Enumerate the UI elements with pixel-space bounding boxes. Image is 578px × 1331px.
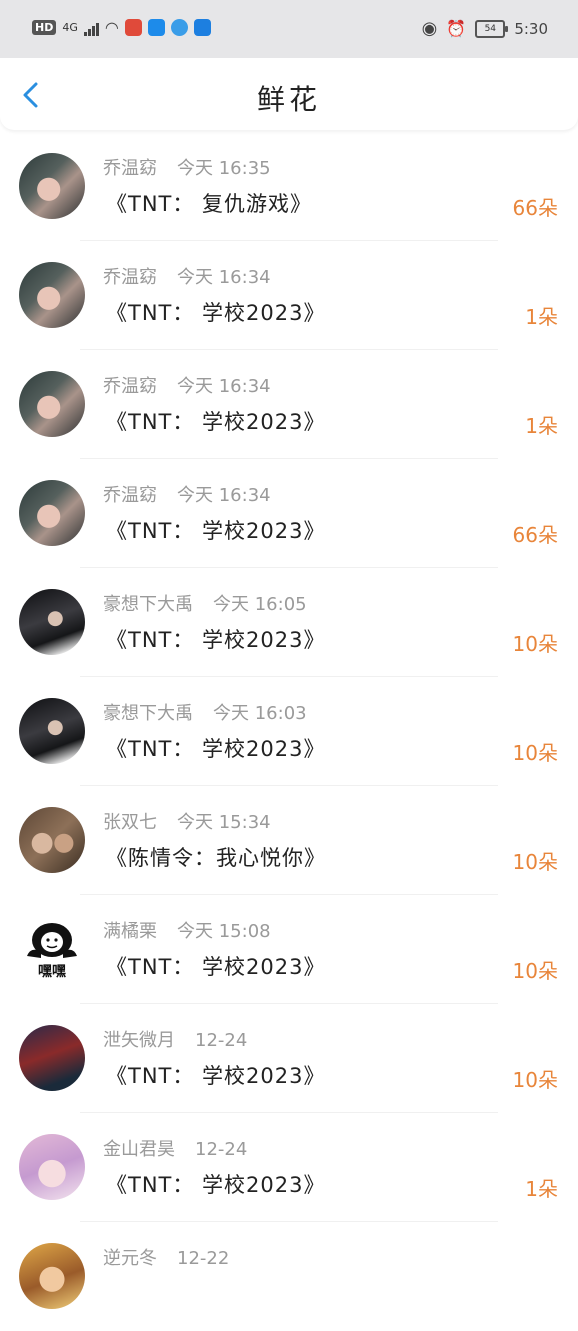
user-name[interactable]: 泄矢微月 <box>103 1030 175 1051</box>
user-name[interactable]: 乔温窈 <box>103 376 157 397</box>
list-item[interactable]: 豪想下大禹 今天 16:05 《TNT： 学校2023》 10朵 <box>0 568 578 677</box>
timestamp: 12-24 <box>195 1030 248 1051</box>
timestamp: 今天 16:35 <box>177 158 271 179</box>
user-name[interactable]: 张双七 <box>103 812 157 833</box>
flower-count: 1朵 <box>525 414 558 438</box>
avatar[interactable] <box>19 1134 85 1200</box>
user-name[interactable]: 满橘栗 <box>103 921 157 942</box>
flower-count: 66朵 <box>512 196 558 220</box>
timestamp: 今天 16:03 <box>213 703 307 724</box>
work-title[interactable]: 《TNT： 学校2023》 <box>106 297 325 327</box>
wifi-icon: ◠ <box>104 18 119 37</box>
avatar[interactable] <box>19 153 85 219</box>
sticker-text: 嘿嘿 <box>38 964 66 980</box>
work-title[interactable]: 《TNT： 学校2023》 <box>106 733 325 763</box>
notification-app-icon <box>170 19 188 36</box>
hd-indicator: HD <box>32 20 57 35</box>
list-item[interactable]: 乔温窈 今天 16:35 《TNT： 复仇游戏》 66朵 <box>0 132 578 241</box>
timestamp: 今天 16:34 <box>177 485 271 506</box>
flower-count: 66朵 <box>512 523 558 547</box>
list-item[interactable]: 逆元冬 12-22 <box>0 1222 578 1331</box>
flower-count: 1朵 <box>525 1177 558 1201</box>
flower-count: 10朵 <box>512 632 558 656</box>
notification-app-icon <box>193 19 211 36</box>
work-title[interactable]: 《TNT： 学校2023》 <box>106 624 325 654</box>
user-name[interactable]: 豪想下大禹 <box>103 594 193 615</box>
avatar[interactable] <box>19 262 85 328</box>
avatar[interactable] <box>19 589 85 655</box>
work-title[interactable]: 《TNT： 学校2023》 <box>106 515 325 545</box>
timestamp: 今天 15:34 <box>177 812 271 833</box>
timestamp: 今天 16:34 <box>177 376 271 397</box>
timestamp: 12-22 <box>177 1248 230 1269</box>
notification-app-icon <box>124 19 142 36</box>
flower-count: 1朵 <box>525 305 558 329</box>
flower-count: 10朵 <box>512 1068 558 1092</box>
flower-count: 10朵 <box>512 850 558 874</box>
timestamp: 今天 16:05 <box>213 594 307 615</box>
signal-icon <box>83 20 99 36</box>
work-title[interactable]: 《TNT： 学校2023》 <box>106 951 325 981</box>
user-name[interactable]: 乔温窈 <box>103 267 157 288</box>
avatar[interactable] <box>19 807 85 873</box>
user-name[interactable]: 乔温窈 <box>103 485 157 506</box>
flower-record-list: 乔温窈 今天 16:35 《TNT： 复仇游戏》 66朵 乔温窈 今天 16:34 … <box>0 132 578 1331</box>
timestamp: 12-24 <box>195 1139 248 1160</box>
page-title: 鲜花 <box>256 83 321 116</box>
timestamp: 今天 16:34 <box>177 267 271 288</box>
network-type: 4G <box>62 21 78 34</box>
list-item[interactable]: 乔温窈 今天 16:34 《TNT： 学校2023》 1朵 <box>0 350 578 459</box>
list-item[interactable]: 乔温窈 今天 16:34 《TNT： 学校2023》 66朵 <box>0 459 578 568</box>
avatar[interactable]: 嘿嘿 <box>19 916 85 982</box>
user-name[interactable]: 金山君昊 <box>103 1139 175 1160</box>
list-item[interactable]: 金山君昊 12-24 《TNT： 学校2023》 1朵 <box>0 1113 578 1222</box>
user-name[interactable]: 逆元冬 <box>103 1248 157 1269</box>
eye-icon: ◉ <box>421 18 438 39</box>
work-title[interactable]: 《TNT： 学校2023》 <box>106 1169 325 1199</box>
nav-bar: 鲜花 <box>0 58 578 130</box>
clock: 5:30 <box>514 19 548 38</box>
status-bar-left: HD 4G ◠ <box>32 18 211 37</box>
work-title[interactable]: 《TNT： 复仇游戏》 <box>106 188 312 218</box>
list-item[interactable]: 张双七 今天 15:34 《陈情令：我心悦你》 10朵 <box>0 786 578 895</box>
list-item[interactable]: 乔温窈 今天 16:34 《TNT： 学校2023》 1朵 <box>0 241 578 350</box>
avatar[interactable] <box>19 1243 85 1309</box>
list-item[interactable]: 嘿嘿 满橘栗 今天 15:08 《TNT： 学校2023》 10朵 <box>0 895 578 1004</box>
list-item[interactable]: 泄矢微月 12-24 《TNT： 学校2023》 10朵 <box>0 1004 578 1113</box>
status-bar-right: ◉ ⏰ 54 5:30 <box>422 18 548 39</box>
battery-icon: 54 <box>475 19 509 38</box>
notification-app-icon <box>147 19 165 36</box>
status-bar: HD 4G ◠ ◉ ⏰ 54 5:30 <box>0 0 578 58</box>
user-name[interactable]: 豪想下大禹 <box>103 703 193 724</box>
meme-face-icon: 嘿嘿 <box>27 923 77 980</box>
avatar[interactable] <box>19 1025 85 1091</box>
flower-count: 10朵 <box>512 741 558 765</box>
user-name[interactable]: 乔温窈 <box>103 158 157 179</box>
alarm-icon: ⏰ <box>446 19 467 38</box>
avatar[interactable] <box>19 480 85 546</box>
timestamp: 今天 15:08 <box>177 921 271 942</box>
avatar[interactable] <box>19 371 85 437</box>
flower-count: 10朵 <box>512 959 558 983</box>
work-title[interactable]: 《TNT： 学校2023》 <box>106 406 325 436</box>
avatar[interactable] <box>19 698 85 764</box>
work-title[interactable]: 《陈情令：我心悦你》 <box>106 842 326 872</box>
work-title[interactable]: 《TNT： 学校2023》 <box>106 1060 325 1090</box>
list-item[interactable]: 豪想下大禹 今天 16:03 《TNT： 学校2023》 10朵 <box>0 677 578 786</box>
